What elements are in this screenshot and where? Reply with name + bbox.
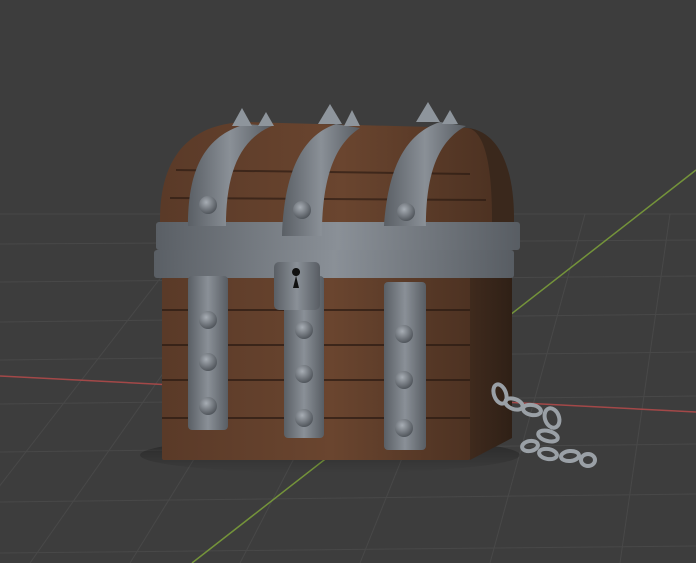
front-rim-band [154, 250, 514, 278]
treasure-chest [154, 102, 520, 460]
chest-side-panel [470, 262, 512, 460]
lid-rim-band [156, 222, 520, 250]
viewport-canvas[interactable] [0, 0, 696, 563]
lid-spikes [232, 102, 458, 126]
3d-viewport[interactable] [0, 0, 696, 563]
